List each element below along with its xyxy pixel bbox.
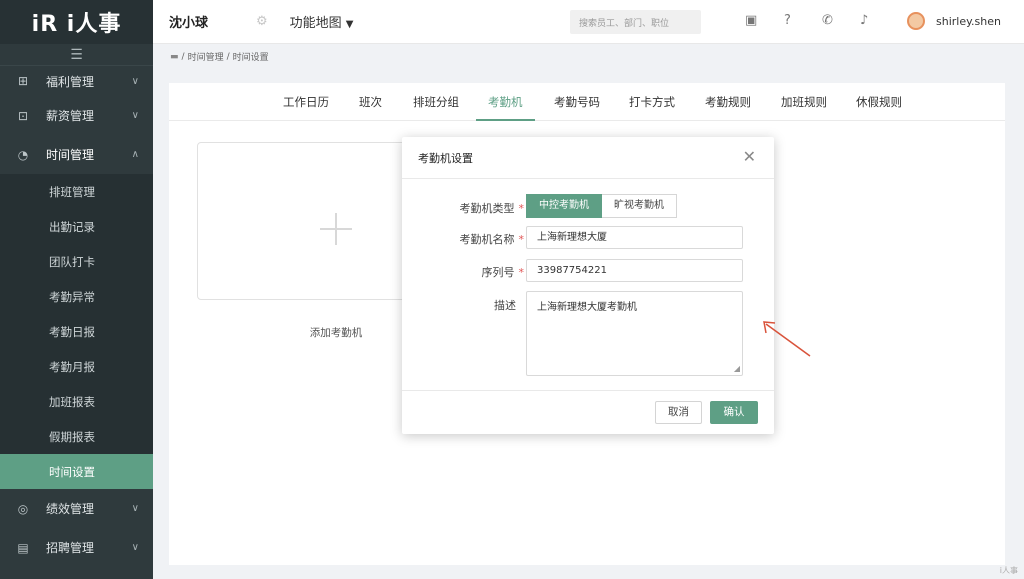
machine-settings-dialog: 考勤机设置 ✕ 考勤机类型 * 中控考勤机 旷视考勤机 考勤机名称 * 上海新理想大…: [402, 137, 774, 434]
chevron-down-icon: ∨: [131, 110, 139, 121]
chevron-down-icon: ∨: [131, 503, 139, 514]
caret-down-icon: ▼: [345, 19, 354, 30]
dialog-footer: 取消 确认: [402, 390, 774, 434]
chevron-down-icon: ∨: [131, 542, 139, 553]
gear-icon[interactable]: ⚙: [256, 14, 268, 29]
nav-group-label: 福利管理: [46, 74, 95, 89]
nav-group-recruitment[interactable]: ▤ 招聘管理 ∨: [0, 528, 153, 567]
help-icon[interactable]: ?: [784, 13, 791, 28]
description-text: 上海新理想大厦考勤机: [537, 302, 637, 313]
cancel-button[interactable]: 取消: [655, 401, 702, 424]
nav-group-label: 招聘管理: [46, 541, 95, 555]
sidebar-item-team-clock[interactable]: 团队打卡: [0, 244, 153, 279]
tab-overtime-rules[interactable]: 加班规则: [781, 83, 827, 121]
chevron-down-icon: ∨: [131, 75, 139, 87]
plus-icon: [320, 213, 352, 245]
breadcrumb-current: 时间设置: [232, 53, 269, 63]
annotation-arrow-icon: [763, 321, 811, 357]
nav-group-welfare[interactable]: ⊞ 福利管理 ∨: [0, 66, 153, 96]
nav-group-salary[interactable]: ⊡ 薪资管理 ∨: [0, 96, 153, 135]
field-label: 考勤机类型 *: [459, 202, 525, 215]
clipboard-icon: ▤: [17, 540, 29, 555]
dialog-header: 考勤机设置 ✕: [402, 137, 774, 179]
confirm-button[interactable]: 确认: [710, 401, 758, 424]
field-label: 描述: [494, 299, 516, 312]
function-map-label: 功能地图: [289, 16, 342, 31]
dialog-title: 考勤机设置: [418, 151, 473, 165]
tab-attendance-machine[interactable]: 考勤机: [476, 83, 534, 121]
app-logo: iR i人事: [0, 0, 153, 44]
nav-group-time[interactable]: ◔ 时间管理 ∧: [0, 135, 153, 174]
description-textarea[interactable]: 上海新理想大厦考勤机 ◢: [526, 291, 743, 376]
settings-tabs: 工作日历 班次 排班分组 考勤机 考勤号码 打卡方式 考勤规则 加班规则 休假规…: [169, 83, 1005, 121]
breadcrumb-item[interactable]: 时间管理: [188, 50, 224, 63]
close-icon[interactable]: ✕: [743, 149, 756, 165]
serial-number-input[interactable]: 33987754221: [526, 259, 743, 282]
sidebar: iR i人事 ☰ ⊞ 福利管理 ∨ ⊡ 薪资管理 ∨ ◔ 时间管理 ∧ 排班管理…: [0, 0, 153, 579]
sidebar-item-daily-report[interactable]: 考勤日报: [0, 314, 153, 349]
menu-toggle-icon[interactable]: ☰: [0, 44, 153, 66]
target-icon: ◎: [17, 501, 29, 516]
phone-icon[interactable]: ✆: [822, 13, 833, 28]
tab-attendance-rules[interactable]: 考勤规则: [705, 83, 751, 121]
field-label: 考勤机名称 *: [459, 233, 525, 246]
resize-handle-icon[interactable]: ◢: [734, 365, 740, 373]
sidebar-item-monthly-report[interactable]: 考勤月报: [0, 349, 153, 384]
machine-name-input[interactable]: 上海新理想大厦: [526, 226, 743, 249]
company-name[interactable]: 沈小球: [169, 12, 208, 31]
chevron-up-icon: ∧: [131, 149, 139, 160]
wallet-icon: ⊡: [17, 108, 29, 123]
tab-attendance-number[interactable]: 考勤号码: [554, 83, 600, 121]
option-megvii[interactable]: 旷视考勤机: [602, 194, 677, 218]
nav-group-performance[interactable]: ◎ 绩效管理 ∨: [0, 489, 153, 528]
tab-shifts[interactable]: 班次: [359, 83, 382, 121]
clock-icon: ◔: [17, 147, 29, 162]
tab-work-calendar[interactable]: 工作日历: [283, 83, 329, 121]
option-zkteco[interactable]: 中控考勤机: [526, 194, 602, 218]
nav-group-label: 时间管理: [46, 148, 95, 162]
bell-icon[interactable]: ♪: [860, 13, 868, 28]
field-label: 序列号 *: [481, 266, 525, 279]
avatar[interactable]: [907, 12, 925, 30]
username[interactable]: shirley.shen: [936, 15, 1001, 28]
nav-group-label: 绩效管理: [46, 502, 95, 516]
sidebar-item-time-settings[interactable]: 时间设置: [0, 454, 153, 489]
watermark: i人事: [999, 566, 1018, 575]
gift-icon: ⊞: [17, 74, 29, 88]
tab-clock-method[interactable]: 打卡方式: [629, 83, 675, 121]
breadcrumb: ▬ / 时间管理 / 时间设置: [170, 50, 269, 64]
tab-leave-rules[interactable]: 休假规则: [856, 83, 902, 121]
tab-schedule-groups[interactable]: 排班分组: [413, 83, 459, 121]
monitor-icon[interactable]: ▬: [170, 52, 179, 62]
sidebar-item-overtime-report[interactable]: 加班报表: [0, 384, 153, 419]
function-map-menu[interactable]: 功能地图 ▼: [290, 12, 354, 31]
top-header: 沈小球 ⚙ 功能地图 ▼ 搜索员工、部门、职位 ▣ ? ✆ ♪ shirley.s…: [153, 0, 1024, 44]
sidebar-item-attendance-record[interactable]: 出勤记录: [0, 209, 153, 244]
machine-type-selector: 中控考勤机 旷视考勤机: [526, 194, 677, 218]
sidebar-item-attendance-exception[interactable]: 考勤异常: [0, 279, 153, 314]
search-input[interactable]: 搜索员工、部门、职位: [570, 10, 701, 34]
archive-icon[interactable]: ▣: [745, 13, 757, 28]
nav-group-label: 薪资管理: [46, 109, 95, 123]
sidebar-item-schedule[interactable]: 排班管理: [0, 174, 153, 209]
sidebar-item-leave-report[interactable]: 假期报表: [0, 419, 153, 454]
